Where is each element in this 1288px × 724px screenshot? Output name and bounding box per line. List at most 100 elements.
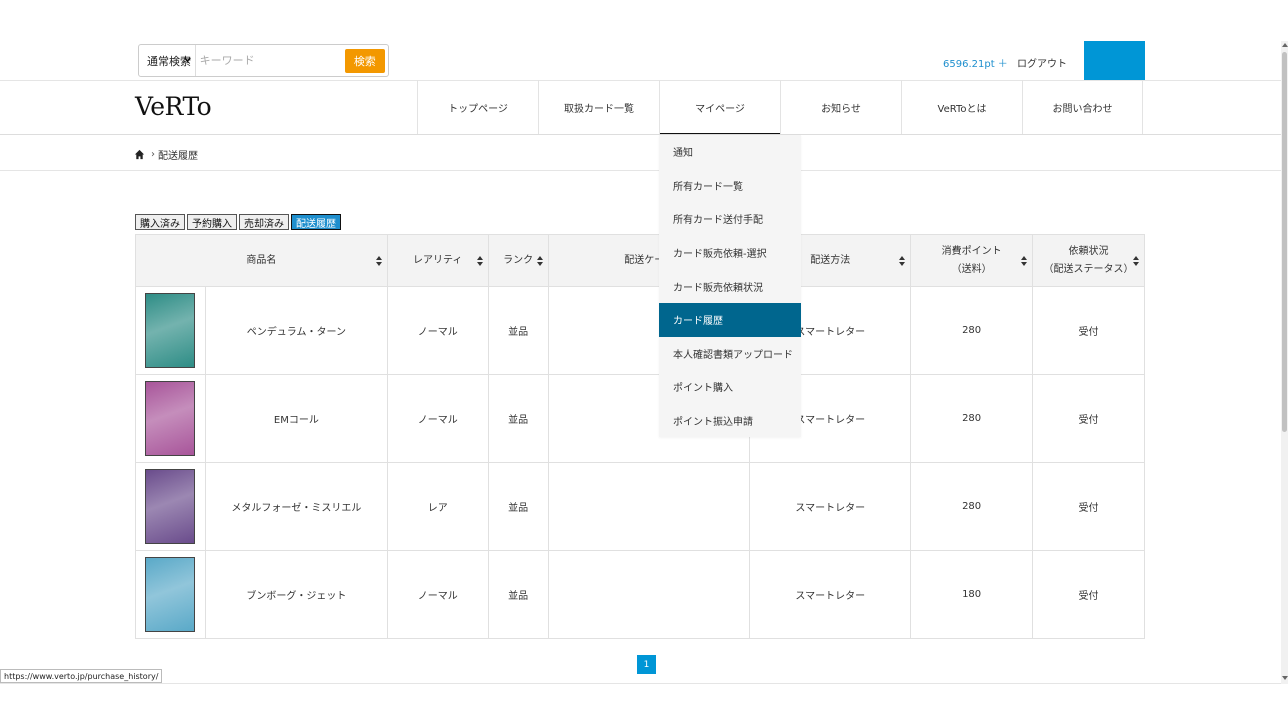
table-row: メタルフォーゼ・ミスリエル レア 並品 スマートレター 280 受付 bbox=[135, 462, 1145, 551]
pagination-page-button[interactable]: 1 bbox=[637, 655, 656, 674]
nav-item-top[interactable]: トップページ bbox=[417, 80, 538, 135]
scrollbar-thumb[interactable] bbox=[1282, 52, 1287, 432]
cell-rank: 並品 bbox=[487, 462, 549, 551]
card-thumbnail-cell bbox=[135, 462, 206, 551]
footer-divider bbox=[0, 683, 1288, 684]
column-header-points-label: 消費ポイント bbox=[941, 245, 1002, 257]
cell-points: 280 bbox=[910, 286, 1034, 375]
menu-item-sale-request-status[interactable]: カード販売依頼状況 bbox=[659, 269, 801, 303]
sort-icon bbox=[899, 256, 906, 266]
menu-item-notifications[interactable]: 通知 bbox=[659, 135, 801, 169]
cell-name: ペンデュラム・ターン bbox=[204, 286, 388, 375]
column-header-points-sublabel: （送料） bbox=[951, 263, 992, 275]
menu-item-id-upload[interactable]: 本人確認書類アップロード bbox=[659, 337, 801, 371]
site-logo[interactable]: VeRTo bbox=[135, 92, 212, 121]
column-header-rarity[interactable]: レアリティ bbox=[386, 234, 489, 287]
column-header-rank-label: ランク bbox=[503, 254, 534, 266]
nav-item-mypage[interactable]: マイページ bbox=[659, 80, 780, 136]
tab-reserved[interactable]: 予約購入 bbox=[187, 214, 237, 230]
sort-icon bbox=[1133, 256, 1139, 266]
tab-shipping-history[interactable]: 配送履歴 bbox=[291, 214, 341, 230]
cell-case bbox=[547, 550, 751, 639]
cell-name: EMコール bbox=[204, 374, 388, 463]
cell-name: メタルフォーゼ・ミスリエル bbox=[204, 462, 388, 551]
tab-purchased[interactable]: 購入済み bbox=[135, 214, 185, 230]
home-icon[interactable] bbox=[134, 149, 145, 160]
search-input[interactable] bbox=[195, 45, 345, 76]
nav-item-about[interactable]: VeRToとは bbox=[901, 80, 1022, 135]
breadcrumb-current: 配送履歴 bbox=[158, 151, 198, 162]
breadcrumb-separator-icon: › bbox=[151, 149, 155, 160]
cell-case bbox=[547, 462, 751, 551]
cell-rarity: レア bbox=[386, 462, 489, 551]
cell-rank: 並品 bbox=[487, 550, 549, 639]
menu-item-card-shipping-arrange[interactable]: 所有カード送付手配 bbox=[659, 202, 801, 236]
account-button[interactable] bbox=[1084, 41, 1145, 80]
header-bottom-divider bbox=[0, 134, 1288, 135]
column-header-status[interactable]: 依頼状況 （配送ステータス） bbox=[1032, 234, 1145, 287]
menu-item-point-purchase[interactable]: ポイント購入 bbox=[659, 370, 801, 404]
card-thumbnail-cell bbox=[135, 374, 206, 463]
card-thumbnail-cell bbox=[135, 550, 206, 639]
card-thumbnail[interactable] bbox=[145, 557, 196, 632]
nav-item-contact[interactable]: お問い合わせ bbox=[1022, 80, 1143, 135]
cell-rank: 並品 bbox=[487, 374, 549, 463]
nav-item-cards[interactable]: 取扱カード一覧 bbox=[538, 80, 659, 135]
cell-status: 受付 bbox=[1032, 462, 1145, 551]
cell-points: 280 bbox=[910, 374, 1034, 463]
cell-status: 受付 bbox=[1032, 374, 1145, 463]
points-balance-link[interactable]: 6596.21pt ＋ bbox=[943, 55, 1008, 70]
column-header-status-label: 依頼状況 bbox=[1068, 245, 1109, 257]
scroll-up-arrow-icon[interactable] bbox=[1282, 43, 1288, 47]
cell-points: 280 bbox=[910, 462, 1034, 551]
tab-sold[interactable]: 売却済み bbox=[239, 214, 289, 230]
table-row: ペンデュラム・ターン ノーマル 並品 スマートレター 280 受付 bbox=[135, 286, 1145, 375]
menu-item-card-history[interactable]: カード履歴 bbox=[659, 302, 801, 337]
main-nav: トップページ 取扱カード一覧 マイページ お知らせ VeRToとは お問い合わせ bbox=[417, 80, 1143, 136]
search-bar: 通常検索 検索 bbox=[138, 44, 389, 77]
menu-item-point-transfer[interactable]: ポイント振込申請 bbox=[659, 404, 801, 438]
table-header-row: 商品名 レアリティ ランク 配送ケース 配送方法 消費ポイント （送料） 依頼状況… bbox=[135, 234, 1145, 287]
table-row: EMコール ノーマル 並品 スマートレター 280 受付 bbox=[135, 374, 1145, 463]
table-row: ブンボーグ・ジェット ノーマル 並品 スマートレター 180 受付 bbox=[135, 550, 1145, 639]
cell-name: ブンボーグ・ジェット bbox=[204, 550, 388, 639]
sort-icon bbox=[536, 256, 543, 266]
cell-rarity: ノーマル bbox=[386, 550, 489, 639]
card-thumbnail[interactable] bbox=[145, 381, 196, 456]
menu-item-sale-request-select[interactable]: カード販売依頼-選択 bbox=[659, 236, 801, 270]
history-tabs: 購入済み 予約購入 売却済み 配送履歴 bbox=[135, 214, 341, 230]
cell-status: 受付 bbox=[1032, 286, 1145, 375]
card-thumbnail[interactable] bbox=[145, 469, 196, 544]
column-header-points[interactable]: 消費ポイント （送料） bbox=[910, 234, 1034, 287]
column-header-status-sublabel: （配送ステータス） bbox=[1043, 263, 1134, 275]
search-button[interactable]: 検索 bbox=[344, 48, 385, 73]
column-header-rarity-label: レアリティ bbox=[413, 254, 463, 266]
menu-item-owned-cards[interactable]: 所有カード一覧 bbox=[659, 169, 801, 203]
cell-rarity: ノーマル bbox=[386, 374, 489, 463]
cell-points: 180 bbox=[910, 550, 1034, 639]
cell-method: スマートレター bbox=[749, 462, 912, 551]
breadcrumb-divider bbox=[0, 170, 1288, 171]
sort-icon bbox=[1021, 256, 1028, 266]
mypage-dropdown-menu: 通知 所有カード一覧 所有カード送付手配 カード販売依頼-選択 カード販売依頼状… bbox=[659, 135, 801, 438]
card-thumbnail-cell bbox=[135, 286, 206, 375]
search-mode-select[interactable]: 通常検索 bbox=[139, 45, 196, 76]
column-header-rank[interactable]: ランク bbox=[487, 234, 549, 287]
sort-icon bbox=[375, 256, 382, 266]
cell-method: スマートレター bbox=[749, 550, 912, 639]
breadcrumb: › 配送履歴 bbox=[134, 147, 198, 162]
scroll-down-arrow-icon[interactable] bbox=[1282, 676, 1288, 680]
cell-rarity: ノーマル bbox=[386, 286, 489, 375]
cell-rank: 並品 bbox=[487, 286, 549, 375]
column-header-name-label: 商品名 bbox=[246, 254, 277, 266]
cell-status: 受付 bbox=[1032, 550, 1145, 639]
logout-link[interactable]: ログアウト bbox=[1017, 55, 1067, 70]
status-url-tooltip: https://www.verto.jp/purchase_history/ bbox=[0, 669, 163, 683]
column-header-name[interactable]: 商品名 bbox=[135, 234, 388, 287]
nav-item-news[interactable]: お知らせ bbox=[780, 80, 901, 135]
card-thumbnail[interactable] bbox=[145, 293, 196, 368]
column-header-method-label: 配送方法 bbox=[810, 254, 851, 266]
sort-icon bbox=[476, 256, 483, 266]
chevron-down-icon bbox=[183, 57, 191, 63]
shipping-history-table: 商品名 レアリティ ランク 配送ケース 配送方法 消費ポイント （送料） 依頼状況… bbox=[135, 234, 1145, 639]
